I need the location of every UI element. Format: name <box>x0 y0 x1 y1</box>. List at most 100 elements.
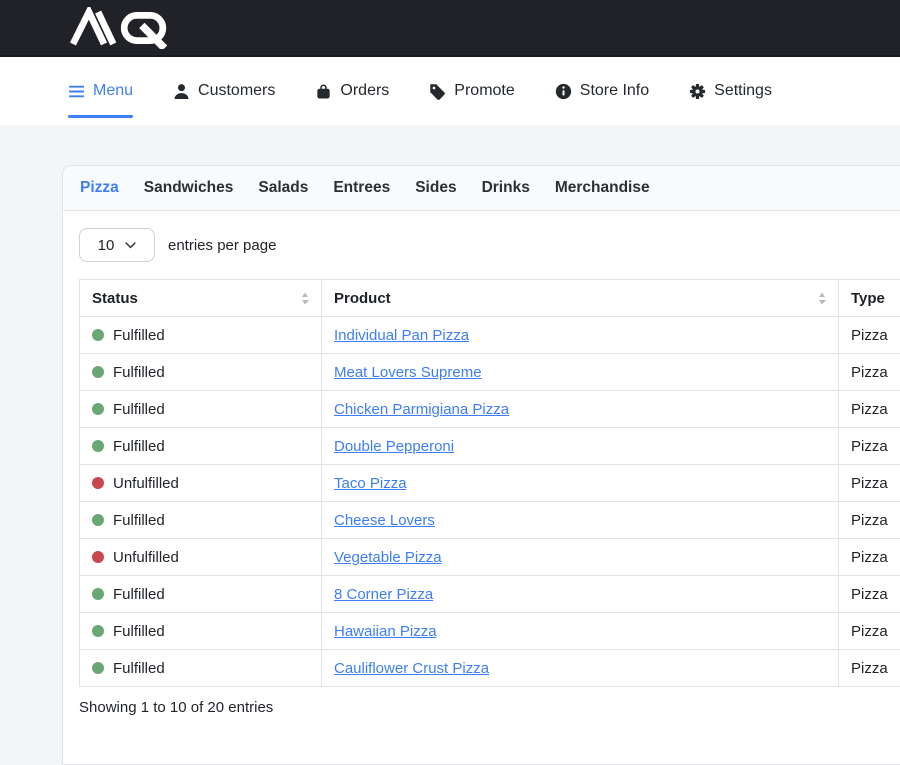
status-dot-fulfilled <box>92 403 104 415</box>
table-row: UnfulfilledTaco PizzaPizza <box>80 465 900 502</box>
status-cell: Fulfilled <box>80 502 322 539</box>
status-label: Fulfilled <box>113 623 165 640</box>
product-cell: Taco Pizza <box>322 465 839 502</box>
product-link[interactable]: Cauliflower Crust Pizza <box>334 660 489 677</box>
status-dot-fulfilled <box>92 625 104 637</box>
status-label: Unfulfilled <box>113 549 179 566</box>
tab-sandwiches[interactable]: Sandwiches <box>144 179 234 197</box>
product-link[interactable]: Chicken Parmigiana Pizza <box>334 401 509 418</box>
tab-sides[interactable]: Sides <box>415 179 456 197</box>
column-label: Status <box>92 290 138 307</box>
product-link[interactable]: Vegetable Pizza <box>334 549 442 566</box>
product-link[interactable]: Hawaiian Pizza <box>334 623 437 640</box>
tab-merchandise[interactable]: Merchandise <box>555 179 650 197</box>
status-label: Fulfilled <box>113 438 165 455</box>
status-dot-fulfilled <box>92 329 104 341</box>
table-row: Unfulfilled Vegetable Pizza Pizza <box>80 539 900 576</box>
status-cell: Fulfilled <box>80 613 322 650</box>
product-cell: Chicken Parmigiana Pizza <box>322 391 839 428</box>
status-dot-unfulfilled <box>92 477 104 489</box>
brand-logo <box>64 7 176 49</box>
tab-salads[interactable]: Salads <box>258 179 308 197</box>
product-cell: Hawaiian Pizza <box>322 613 839 650</box>
product-link[interactable]: 8 Corner Pizza <box>334 586 433 603</box>
product-cell: 8 Corner Pizza <box>322 576 839 613</box>
product-cell: Vegetable Pizza <box>322 539 839 576</box>
card-body: 10 entries per page Status Product Type Fu… <box>63 211 900 732</box>
gear-icon <box>689 83 706 100</box>
person-icon <box>173 83 190 100</box>
status-dot-fulfilled <box>92 514 104 526</box>
product-cell: Cheese Lovers <box>322 502 839 539</box>
sort-icon[interactable] <box>818 292 826 305</box>
status-cell: Fulfilled <box>80 576 322 613</box>
bag-icon <box>315 83 332 100</box>
nav-item-menu[interactable]: Menu <box>68 57 133 125</box>
status-label: Fulfilled <box>113 401 165 418</box>
table-row: Fulfilled Meat Lovers Supreme Pizza <box>80 354 900 391</box>
column-header-status[interactable]: Status <box>80 280 322 317</box>
table-body: FulfilledIndividual Pan PizzaPizzaFulfil… <box>80 317 900 687</box>
product-link[interactable]: Double Pepperoni <box>334 438 454 455</box>
type-cell: Pizza <box>839 539 900 576</box>
product-cell: Individual Pan Pizza <box>322 317 839 354</box>
sort-icon[interactable] <box>301 292 309 305</box>
type-cell: Pizza <box>839 391 900 428</box>
status-cell: Fulfilled <box>80 317 322 354</box>
column-header-product[interactable]: Product <box>322 280 839 317</box>
product-link[interactable]: Taco Pizza <box>334 475 407 492</box>
nav-item-label: Promote <box>454 82 514 100</box>
type-cell: Pizza <box>839 576 900 613</box>
menu-card: Pizza Sandwiches Salads Entrees Sides Drinks M… <box>62 165 900 765</box>
table-row: FulfilledCauliflower Crust PizzaPizza <box>80 650 900 687</box>
table-row: Fulfilled Individual Pan Pizza Pizza <box>80 317 900 354</box>
product-cell: Cauliflower Crust Pizza <box>322 650 839 687</box>
chevron-down-icon <box>125 242 136 249</box>
product-cell: Meat Lovers Supreme <box>322 354 839 391</box>
product-cell: Double Pepperoni <box>322 428 839 465</box>
entries-count-value: 10 <box>98 237 115 254</box>
entries-count-select[interactable]: 10 <box>79 228 155 262</box>
type-cell: Pizza <box>839 502 900 539</box>
status-cell: Fulfilled <box>80 650 322 687</box>
nav-item-promote[interactable]: Promote <box>429 57 514 125</box>
nav-item-label: Orders <box>340 82 389 100</box>
type-cell: Pizza <box>839 428 900 465</box>
table-row: Fulfilled Hawaiian Pizza Pizza <box>80 613 900 650</box>
menu-icon <box>68 83 85 100</box>
entries-per-page-label: entries per page <box>168 237 276 254</box>
product-link[interactable]: Individual Pan Pizza <box>334 327 469 344</box>
table-row: Fulfilled Double Pepperoni Pizza <box>80 428 900 465</box>
nav-item-label: Menu <box>93 82 133 100</box>
type-cell: Pizza <box>839 354 900 391</box>
nav-item-label: Settings <box>714 82 772 100</box>
status-label: Fulfilled <box>113 364 165 381</box>
category-tabs: Pizza Sandwiches Salads Entrees Sides Drinks M… <box>63 166 900 211</box>
nav-item-customers[interactable]: Customers <box>173 57 275 125</box>
type-cell: Pizza <box>839 613 900 650</box>
nav-item-orders[interactable]: Orders <box>315 57 389 125</box>
tag-icon <box>429 83 446 100</box>
status-cell: Unfulfilled <box>80 539 322 576</box>
tab-pizza[interactable]: Pizza <box>80 179 119 197</box>
tab-entrees[interactable]: Entrees <box>333 179 390 197</box>
main-nav: Menu Customers Orders Promote Store Info Sett… <box>0 57 900 125</box>
column-header-type: Type <box>839 280 900 317</box>
type-cell: Pizza <box>839 317 900 354</box>
nav-item-settings[interactable]: Settings <box>689 57 772 125</box>
status-cell: Unfulfilled <box>80 465 322 502</box>
column-label: Product <box>334 290 391 307</box>
tab-drinks[interactable]: Drinks <box>482 179 530 197</box>
products-table: Status Product Type Fulfilled Individual Pa… <box>79 279 900 687</box>
nav-item-store-info[interactable]: Store Info <box>555 57 649 125</box>
status-dot-fulfilled <box>92 588 104 600</box>
status-dot-fulfilled <box>92 440 104 452</box>
page-content: Pizza Sandwiches Salads Entrees Sides Drinks M… <box>0 125 900 765</box>
product-link[interactable]: Cheese Lovers <box>334 512 435 529</box>
nav-item-label: Store Info <box>580 82 649 100</box>
status-label: Fulfilled <box>113 586 165 603</box>
column-label: Type <box>851 290 885 307</box>
product-link[interactable]: Meat Lovers Supreme <box>334 364 482 381</box>
table-row: Fulfilled Cheese Lovers Pizza <box>80 502 900 539</box>
status-dot-fulfilled <box>92 366 104 378</box>
